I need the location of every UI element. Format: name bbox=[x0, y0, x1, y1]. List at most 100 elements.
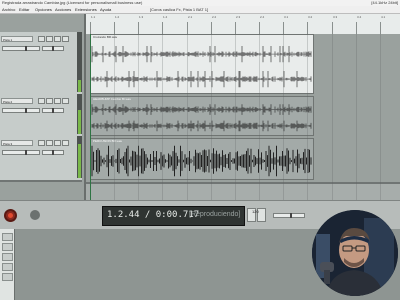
track-lane-3[interactable]: PERCUSION BR.wav bbox=[86, 138, 400, 184]
waveform-path bbox=[91, 46, 312, 63]
solo-button[interactable] bbox=[54, 140, 61, 146]
grid-line bbox=[356, 34, 357, 200]
ruler-tick bbox=[235, 22, 236, 34]
ruler-tick bbox=[380, 22, 381, 34]
track-lane-1[interactable]: Cruzando BR.wav bbox=[86, 34, 400, 98]
grid-line bbox=[211, 34, 212, 200]
media-item[interactable]: HEADBUMP Cambio Br.wav bbox=[90, 96, 314, 136]
ruler-tick bbox=[162, 22, 163, 34]
solo-button[interactable] bbox=[54, 36, 61, 42]
fx-button[interactable] bbox=[62, 98, 69, 104]
track-header-2[interactable]: Pista 2 bbox=[0, 94, 82, 138]
track-name-field[interactable]: Pista 1 bbox=[1, 36, 33, 42]
grid-line bbox=[138, 34, 139, 200]
playrate-fader[interactable] bbox=[273, 213, 305, 218]
menu-status: [Coros caslica Fx, Pista 1 BAT 1] bbox=[150, 7, 209, 12]
arrange-view[interactable]: 1.1 1.2 1.3 1.4 2.1 2.2 2.3 2.4 3.1 3.2 3.3 3.4 4.1 … bbox=[86, 14, 400, 200]
ruler-label: 3.3 bbox=[333, 15, 338, 19]
menu-options[interactable]: Opciones bbox=[35, 6, 52, 13]
media-item[interactable]: PERCUSION BR.wav bbox=[90, 138, 314, 180]
pan-fader[interactable] bbox=[42, 150, 64, 155]
ruler-tick bbox=[138, 22, 139, 34]
waveform-path bbox=[91, 120, 312, 132]
grid-line bbox=[332, 34, 333, 200]
grid-line bbox=[114, 34, 115, 200]
vu-meter bbox=[77, 32, 82, 92]
ruler-label: 3.2 bbox=[308, 15, 313, 19]
record-button[interactable] bbox=[4, 209, 17, 222]
ruler-label: 2.4 bbox=[260, 15, 265, 19]
menu-extensions[interactable]: Extensiones bbox=[75, 6, 97, 13]
track-header-3[interactable]: Pista 3 bbox=[0, 136, 82, 182]
ruler-label: 1.2 bbox=[115, 15, 120, 19]
grid-line bbox=[380, 34, 381, 200]
waveform-1 bbox=[91, 46, 312, 88]
track-header-1[interactable]: Pista 1 bbox=[0, 32, 82, 96]
track-control-panel: Pista 1 Pista 2 Pista 3 bbox=[0, 14, 86, 200]
track-name-field[interactable]: Pista 3 bbox=[1, 140, 33, 146]
bpm-label: 120 bbox=[252, 209, 259, 214]
mute-button[interactable] bbox=[46, 98, 53, 104]
mute-button[interactable] bbox=[46, 36, 53, 42]
ruler-label: 2.2 bbox=[212, 15, 217, 19]
waveform-path bbox=[91, 145, 312, 177]
volume-fader[interactable] bbox=[2, 46, 40, 51]
play-status: [Reproduciendo] bbox=[189, 211, 241, 218]
ruler-tick bbox=[259, 22, 260, 34]
pan-fader[interactable] bbox=[42, 46, 64, 51]
ruler-tick bbox=[90, 22, 91, 34]
fx-button[interactable] bbox=[62, 36, 69, 42]
waveform-path bbox=[91, 104, 312, 115]
timeline-ruler[interactable]: 1.1 1.2 1.3 1.4 2.1 2.2 2.3 2.4 3.1 3.2 3.3 3.4 4.1 bbox=[86, 14, 400, 35]
ruler-label: 3.4 bbox=[357, 15, 362, 19]
pan-fader[interactable] bbox=[42, 108, 64, 113]
grid-line bbox=[283, 34, 284, 200]
waveform-2 bbox=[91, 104, 312, 132]
record-arm-button[interactable] bbox=[38, 140, 45, 146]
fx-button[interactable] bbox=[62, 140, 69, 146]
menu-edit[interactable]: Editar bbox=[19, 6, 29, 13]
volume-fader[interactable] bbox=[2, 150, 40, 155]
mute-button[interactable] bbox=[46, 140, 53, 146]
ruler-tick bbox=[283, 22, 284, 34]
ruler-tick bbox=[356, 22, 357, 34]
record-arm-button[interactable] bbox=[38, 36, 45, 42]
vu-level bbox=[78, 144, 81, 178]
ruler-label: 1.4 bbox=[163, 15, 168, 19]
menu-file[interactable]: Archivo bbox=[2, 6, 15, 13]
menu-help[interactable]: Ayuda bbox=[100, 6, 111, 13]
solo-button[interactable] bbox=[54, 98, 61, 104]
vu-level bbox=[78, 80, 81, 92]
ruler-label: 3.1 bbox=[284, 15, 289, 19]
grid-line bbox=[307, 34, 308, 200]
volume-fader[interactable] bbox=[2, 108, 40, 113]
grid-line bbox=[235, 34, 236, 200]
ruler-tick bbox=[187, 22, 188, 34]
ruler-label: 1.1 bbox=[91, 15, 96, 19]
mixer-strip[interactable] bbox=[0, 229, 15, 300]
vu-meter bbox=[77, 94, 82, 134]
presenter-image bbox=[312, 210, 398, 296]
webcam-overlay bbox=[312, 210, 398, 296]
grid-line bbox=[259, 34, 260, 200]
grid-line bbox=[90, 34, 91, 200]
ruler-label: 1.3 bbox=[139, 15, 144, 19]
ruler-tick bbox=[114, 22, 115, 34]
vu-meter bbox=[77, 136, 82, 178]
media-item[interactable]: Cruzando BR.wav bbox=[90, 34, 314, 94]
track-name-field[interactable]: Pista 2 bbox=[1, 98, 33, 104]
ruler-tick bbox=[211, 22, 212, 34]
ruler-label: 4.1 bbox=[381, 15, 386, 19]
loop-button[interactable] bbox=[30, 210, 40, 220]
grid-line bbox=[162, 34, 163, 200]
vu-level bbox=[78, 110, 81, 134]
record-arm-button[interactable] bbox=[38, 98, 45, 104]
menu-bar: Archivo Editar Opciones Acciones Extensi… bbox=[0, 6, 400, 14]
menu-actions[interactable]: Acciones bbox=[55, 6, 71, 13]
time-position: 1.2.44 / 0:00.717 bbox=[107, 210, 200, 220]
track-lane-2[interactable]: HEADBUMP Cambio Br.wav bbox=[86, 96, 400, 140]
ruler-label: 2.1 bbox=[188, 15, 193, 19]
time-display[interactable]: 1.2.44 / 0:00.717 [Reproduciendo] bbox=[102, 206, 245, 226]
waveform-3 bbox=[91, 145, 312, 177]
ruler-label: 2.3 bbox=[236, 15, 241, 19]
